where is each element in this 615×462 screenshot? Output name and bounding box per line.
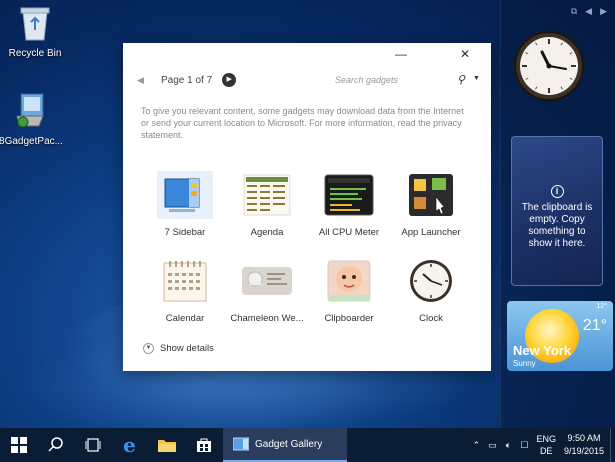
taskbar: e Gadget Gallery ⌃ ▭ 🔈︎ ☐ ENG DE 9:50 AM…	[0, 428, 615, 462]
chevron-up-icon[interactable]: ⌃	[468, 440, 484, 451]
gadget-label: Chameleon We...	[230, 313, 304, 324]
recycle-bin-icon	[0, 4, 70, 45]
folder-icon	[157, 440, 176, 452]
pager: ◀ Page 1 of 7 ▶	[137, 73, 237, 87]
desktop-icon-8gadgetpack[interactable]: 8GadgetPac...	[0, 92, 66, 147]
volume-icon[interactable]: 🔈︎	[500, 440, 516, 451]
gadget-tile-app-launcher[interactable]: App Launcher	[391, 171, 471, 245]
gadget-tile-agenda[interactable]: Agenda	[227, 171, 307, 245]
next-page-icon[interactable]: ▶	[222, 73, 237, 87]
agenda-icon	[239, 171, 295, 219]
gadget-label: Clipboarder	[324, 313, 374, 324]
search-placeholder: Search gadgets	[335, 75, 399, 85]
chameleon-weather-icon	[239, 257, 295, 305]
sidebar-menu-icon[interactable]: ⧉	[571, 6, 577, 17]
calendar-icon	[157, 257, 213, 305]
sidebar-next-icon[interactable]: ▶	[600, 6, 607, 17]
gadget-tile-chameleon-weather[interactable]: Chameleon We...	[227, 257, 307, 331]
gadget-tile-clock[interactable]: Clock	[391, 257, 471, 331]
taskbar-store[interactable]	[185, 428, 222, 462]
system-clock[interactable]: 9:50 AM 9/19/2015	[564, 432, 604, 458]
sidebar-gadget-icon	[157, 171, 213, 219]
weather-city: New York	[513, 343, 572, 358]
show-details-label: Show details	[160, 343, 214, 354]
search-icon[interactable]: ⚲	[457, 73, 465, 86]
weather-temperature: 21°	[582, 317, 607, 334]
desktop-icon-label: Recycle Bin	[8, 48, 62, 59]
chevron-down-icon[interactable]: ▼	[473, 75, 480, 82]
gadget-label: All CPU Meter	[318, 227, 380, 238]
edge-icon: e	[123, 433, 136, 457]
desktop-icon-recycle-bin[interactable]: Recycle Bin	[0, 4, 70, 59]
keyboard-layout: DE	[539, 446, 553, 456]
sidebar-controls: ⧉ ◀ ▶	[571, 6, 607, 17]
weather-condition: Sunny	[513, 359, 536, 368]
clipboard-gadget[interactable]: i The clipboard is empty. Copy something…	[511, 136, 603, 286]
gadget-tile-calendar[interactable]: Calendar	[145, 257, 225, 331]
installer-icon	[0, 92, 66, 133]
gadget-tile-clipboarder[interactable]: Clipboarder	[309, 257, 389, 331]
clipboarder-icon	[321, 257, 377, 305]
notifications-icon[interactable]: ☐	[516, 440, 532, 451]
gadget-gallery-window: — ✕ ◀ Page 1 of 7 ▶ Search gadgets ⚲ ▼ T…	[123, 43, 491, 371]
search-button[interactable]	[37, 428, 74, 462]
system-tray: ⌃ ▭ 🔈︎ ☐ ENG DE 9:50 AM 9/19/2015	[468, 428, 615, 462]
gadget-gallery-icon	[233, 437, 249, 451]
weather-high: 12°	[596, 303, 607, 310]
privacy-info-text: To give you relevant content, some gadge…	[141, 106, 464, 140]
app-launcher-icon	[403, 171, 459, 219]
chevron-down-icon: ▼	[143, 343, 154, 354]
gadget-tile-all-cpu-meter[interactable]: All CPU Meter	[309, 171, 389, 245]
gadget-label: App Launcher	[401, 227, 461, 238]
weather-gadget[interactable]: 12° 21° New York Sunny	[507, 301, 613, 371]
taskbar-edge[interactable]: e	[111, 428, 148, 462]
cpu-meter-icon	[321, 171, 377, 219]
info-icon: i	[550, 185, 564, 198]
gadget-label: Clock	[419, 313, 443, 324]
search-gadgets-input[interactable]: Search gadgets ⚲ ▼	[335, 73, 481, 89]
clock-icon	[403, 257, 459, 305]
gadget-label: 7 Sidebar	[164, 227, 206, 238]
clock-gadget[interactable]	[511, 26, 587, 116]
search-icon	[47, 437, 63, 452]
desktop-icon-label: 8GadgetPac...	[0, 136, 63, 147]
show-details-toggle[interactable]: ▼ Show details	[143, 343, 214, 354]
page-indicator: Page 1 of 7	[161, 74, 213, 86]
windows-logo-icon	[10, 437, 27, 453]
gadget-label: Calendar	[165, 313, 205, 324]
language-code: ENG	[536, 434, 556, 444]
task-view-button[interactable]	[74, 428, 111, 462]
gadget-tile-7-sidebar[interactable]: 7 Sidebar	[145, 171, 225, 245]
sidebar-previous-icon[interactable]: ◀	[585, 6, 592, 17]
clock-time: 9:50 AM	[567, 433, 601, 443]
task-view-icon	[85, 438, 100, 452]
clipboard-message: The clipboard is empty. Copy something t…	[521, 202, 593, 249]
taskbar-file-explorer[interactable]	[148, 428, 185, 462]
gadget-label: Agenda	[250, 227, 284, 238]
input-language[interactable]: ENG DE	[536, 433, 556, 457]
taskbar-gadget-gallery[interactable]: Gadget Gallery	[223, 428, 347, 462]
show-desktop-button[interactable]	[610, 428, 615, 462]
gadget-grid: 7 Sidebar Agenda All CPU Meter App Launc…	[145, 171, 475, 331]
clock-date: 9/19/2015	[563, 446, 604, 456]
network-icon[interactable]: ▭	[484, 440, 500, 451]
active-app-label: Gadget Gallery	[255, 438, 323, 450]
minimize-button[interactable]: —	[389, 47, 413, 65]
close-button[interactable]: ✕	[453, 47, 477, 65]
start-button[interactable]	[0, 428, 37, 462]
store-icon	[196, 438, 211, 452]
gadget-sidebar: ⧉ ◀ ▶ i The clipboard is empty. Copy som…	[500, 0, 615, 428]
previous-page-icon[interactable]: ◀	[137, 75, 151, 86]
